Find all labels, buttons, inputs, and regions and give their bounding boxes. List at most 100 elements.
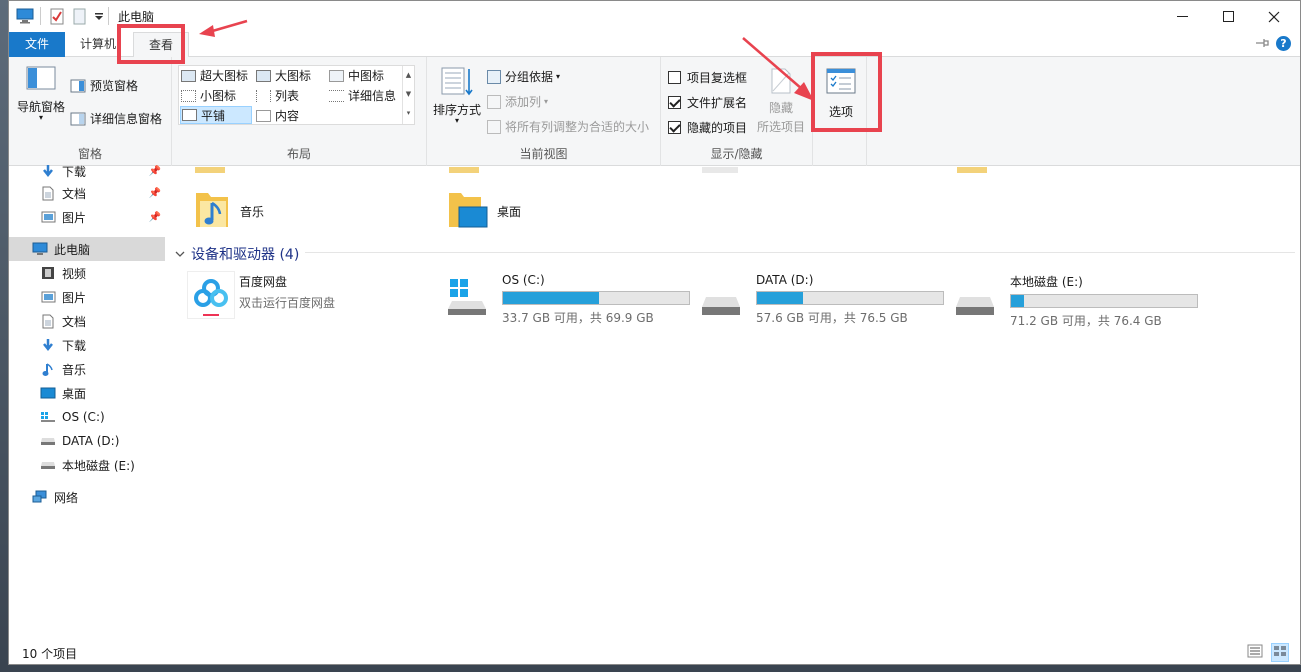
drive-name: OS (C:) [502,273,545,287]
nav-pane-button[interactable]: 导航窗格 ▾ [17,66,65,122]
video-icon [39,265,57,281]
folder-name: 音乐 [240,205,265,219]
details-pane-label: 详细信息窗格 [90,112,163,126]
sidebar-item-network[interactable]: 网络 [9,485,165,509]
folder-tile-desktop[interactable]: 桌面 [447,187,521,231]
sidebar-item-drive-c[interactable]: OS (C:) [9,405,165,429]
minimize-icon [1176,16,1188,17]
new-folder-icon[interactable] [73,8,86,26]
layout-gallery-scroll[interactable]: ▲ ▼ ▾ [402,66,414,124]
sidebar-item-documents[interactable]: 文档 [9,309,165,333]
folder-partial-icon [449,167,479,173]
panes-group: 导航窗格 ▾ 预览窗格 详细信息窗格 窗格 [9,57,172,166]
layout-medium-icons[interactable]: 中图标 [329,67,384,84]
sidebar-item-music[interactable]: 音乐 [9,357,165,381]
list-icon [256,89,271,102]
layout-large-icons[interactable]: 大图标 [256,67,311,84]
devices-section-title: 设备和驱动器 (4) [191,247,300,263]
layout-tiles[interactable]: 平铺 [180,106,252,124]
sort-by-button[interactable]: 排序方式 ▾ [432,66,482,125]
drive-tile-d[interactable]: DATA (D:) 57.6 GB 可用，共 76.5 GB [696,271,944,326]
details-icon [329,89,344,102]
annotation-arrow-icon [742,37,814,101]
drive-usage-fill [757,292,803,304]
content-icon [256,109,271,122]
sidebar-item-label: 此电脑 [54,242,91,257]
preview-pane-button[interactable]: 预览窗格 [70,77,138,94]
size-columns-button[interactable]: 将所有列调整为合适的大小 [487,118,649,135]
sidebar-item-pictures[interactable]: 图片 [9,285,165,309]
this-pc-icon[interactable] [16,8,34,26]
network-icon [31,489,49,505]
minimize-button[interactable] [1159,1,1205,32]
layout-label: 列表 [275,89,300,103]
sidebar-item-desktop[interactable]: 桌面 [9,381,165,405]
sidebar-item-downloads[interactable]: 下载 [9,333,165,357]
sidebar-item-label: DATA (D:) [62,434,120,448]
group-by-button[interactable]: 分组依据 ▾ [487,68,560,85]
sidebar-item-label: 文档 [62,186,87,201]
ribbon-panel: 导航窗格 ▾ 预览窗格 详细信息窗格 窗格 超大图标 大图标 中图标 小图标 列… [9,57,1300,166]
properties-icon[interactable] [50,8,64,26]
close-icon [1268,11,1280,22]
pin-icon[interactable]: 📌 [149,212,161,223]
maximize-button[interactable] [1205,1,1251,32]
layout-label: 超大图标 [200,69,249,83]
layout-small-icons[interactable]: 小图标 [181,87,236,104]
sidebar-item-quick-documents[interactable]: 文档 📌 [9,181,165,205]
sidebar-item-drive-e[interactable]: 本地磁盘 (E:) [9,453,165,477]
hidden-items-checkbox[interactable] [668,121,681,134]
folder-partial-icon [195,167,225,173]
app-tile-baidu[interactable]: 百度网盘 双击运行百度网盘 [187,271,335,319]
chevron-down-icon [175,251,185,257]
sidebar-item-label: 下载 [62,164,87,179]
sidebar-item-label: 图片 [62,290,87,305]
tab-file[interactable]: 文件 [9,32,65,57]
add-column-button[interactable]: 添加列 ▾ [487,93,548,110]
item-checkboxes-checkbox[interactable] [668,71,681,84]
layout-extra-large-icons[interactable]: 超大图标 [181,67,248,84]
sidebar-item-label: OS (C:) [62,410,105,424]
details-pane-button[interactable]: 详细信息窗格 [70,110,162,127]
item-checkboxes-toggle[interactable]: 项目复选框 [668,69,747,86]
drive-tile-c[interactable]: OS (C:) 33.7 GB 可用，共 69.9 GB [442,271,690,326]
sidebar-item-quick-pictures[interactable]: 图片 📌 [9,205,165,229]
pin-ribbon-icon[interactable] [1255,37,1269,52]
close-button[interactable] [1251,1,1297,32]
devices-section-header[interactable]: 设备和驱动器 (4) [175,244,299,264]
hidden-items-toggle[interactable]: 隐藏的项目 [668,119,747,136]
help-icon[interactable]: ? [1276,36,1291,51]
layout-details[interactable]: 详细信息 [329,87,396,104]
customize-quick-access-icon[interactable] [94,11,104,29]
file-extensions-checkbox[interactable] [668,96,681,109]
layout-label: 小图标 [200,89,237,103]
drive-tile-e[interactable]: 本地磁盘 (E:) 71.2 GB 可用，共 76.4 GB [950,271,1198,329]
layout-content[interactable]: 内容 [256,107,299,124]
pin-icon[interactable]: 📌 [149,166,161,177]
details-view-icon[interactable] [1247,644,1263,661]
preview-pane-icon [70,79,86,92]
file-extensions-toggle[interactable]: 文件扩展名 [668,94,747,111]
sidebar-item-label: 网络 [54,490,79,505]
sidebar-item-videos[interactable]: 视频 [9,261,165,285]
drive-icon [956,297,994,315]
sidebar-item-quick-download[interactable]: 下载 📌 [9,159,165,183]
group-by-label: 分组依据 [505,70,554,84]
annotation-box-options [811,52,882,132]
show-hide-group-label: 显示/隐藏 [710,147,763,161]
large-icons-icon [256,69,271,82]
large-icons-view-icon[interactable] [1271,643,1289,662]
desktop-folder-icon [449,193,488,228]
folder-tile-music[interactable]: 音乐 [192,187,264,231]
pin-icon[interactable]: 📌 [149,188,161,199]
windows-drive-icon [448,279,486,315]
folder-partial-icon [702,167,738,173]
medium-icons-icon [329,69,344,82]
size-columns-icon [487,119,501,134]
section-divider [305,252,1295,253]
sidebar-item-this-pc[interactable]: 此电脑 [9,237,165,261]
drive-usage-fill [1011,295,1024,307]
current-view-group: 排序方式 ▾ 分组依据 ▾ 添加列 ▾ 将所有列调整为合适的大小 当前视图 [427,57,661,166]
layout-list[interactable]: 列表 [256,87,299,104]
sidebar-item-drive-d[interactable]: DATA (D:) [9,429,165,453]
